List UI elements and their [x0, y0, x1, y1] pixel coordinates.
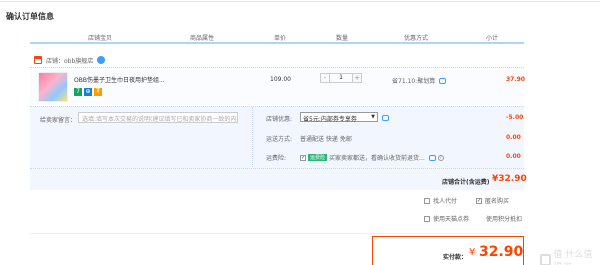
insurance-checkbox[interactable]: ✓ [300, 154, 306, 161]
tmall-points-label: 使用积分抵扣 [486, 216, 523, 223]
watermark-text: 值 什么值得买 [553, 250, 593, 265]
product-name-link[interactable]: OBB伤墨子卫生巾日夜用护垫组... [74, 75, 194, 84]
coupon-label: 店铺优惠: [266, 116, 293, 123]
tmall-coupon-label: 使用天猫点券 [433, 216, 470, 223]
shop-total-label: 店铺合计(含运费) [442, 179, 490, 186]
tmall-coupon-checkbox[interactable] [424, 215, 430, 222]
options-divider [252, 107, 253, 169]
insurance-tag: 运费险 [308, 154, 328, 161]
product-thumbnail[interactable] [38, 72, 68, 102]
col-discount: 优惠方式 [404, 35, 429, 42]
discount-info: 省71.10:聚划算 [392, 76, 447, 85]
decrease-button[interactable]: - [320, 73, 330, 83]
coupon-comment-icon[interactable] [382, 115, 389, 121]
proxy-pay-option[interactable]: 找人代付 [424, 196, 457, 205]
col-subtotal: 小计 [486, 35, 499, 42]
extras-divider [30, 233, 524, 234]
top-divider [0, 1, 600, 2]
anonymous-label: 匿名购买 [485, 198, 510, 205]
message-label: 给卖家留言： [40, 117, 77, 124]
seven-day-return-icon[interactable]: 7 [74, 88, 82, 96]
col-item: 店铺宝贝 [88, 35, 113, 42]
watermark-logo-icon [540, 254, 551, 265]
order-options-panel: 给卖家留言： 选填:填写本次交易的说明(建议填写已和卖家协商一致的内容) 店铺优… [30, 106, 524, 169]
shop-total-amount: ¥32.90 [492, 174, 527, 184]
shop-row: 店铺： obb旗舰店 [34, 55, 106, 65]
guarantee-icon[interactable]: ⊕ [84, 88, 92, 96]
help-icon[interactable]: ? [437, 154, 444, 161]
coupon-amount: -5.00 [506, 114, 524, 121]
seller-message-input[interactable]: 选填:填写本次交易的说明(建议填写已和卖家协商一致的内容) [78, 112, 238, 123]
insurance-comment-icon[interactable] [428, 154, 436, 161]
insurance-text: 买家卖家都送，看确认收货前退货... [329, 155, 425, 162]
service-badges: 7 ⊕ ₮ [74, 88, 102, 96]
tmall-points-link[interactable]: 使用积分抵扣 [486, 214, 522, 223]
insurance-label: 运费险: [266, 155, 287, 162]
coupon-select[interactable]: 省5元:内部券专享券 [300, 112, 378, 123]
increase-button[interactable]: + [352, 73, 362, 83]
shop-name-link[interactable]: obb旗舰店 [64, 56, 93, 65]
col-price: 单价 [274, 35, 287, 42]
shipping-label: 运送方式: [266, 136, 293, 143]
page-title: 确认订单信息 [6, 12, 54, 21]
proxy-pay-label: 找人代付 [433, 198, 458, 205]
quantity-stepper: - 1 + [320, 73, 362, 83]
tmall-coupon-option[interactable]: 使用天猫点券 [424, 214, 469, 223]
proxy-pay-checkbox[interactable] [424, 197, 430, 204]
anonymous-checkbox[interactable]: ✓ [476, 197, 482, 204]
pay-amount: 32.90 [479, 244, 524, 260]
shop-label: 店铺： [46, 57, 65, 65]
shop-total-bar: 店铺合计(含运费) ¥32.90 [30, 168, 527, 190]
col-qty: 数量 [336, 35, 349, 42]
shop-icon [34, 56, 42, 64]
wangwang-chat-icon[interactable] [97, 56, 106, 64]
pay-summary-box: 实付款： ¥ 32.90 [372, 236, 524, 265]
insurance-option: ✓ 运费险 买家卖家都送，看确认收货前退货... ? [300, 153, 444, 162]
col-attrs: 商品属性 [190, 35, 215, 42]
shipping-method: 普通配送 快递 免邮 [300, 136, 352, 143]
credit-icon[interactable]: ₮ [94, 88, 102, 96]
insurance-amount: 0.00 [506, 153, 521, 160]
comment-icon[interactable] [439, 77, 447, 84]
item-subtotal: 37.90 [506, 76, 525, 83]
discount-text: 省71.10:聚划算 [392, 78, 436, 85]
order-item-row: OBB伤墨子卫生巾日夜用护垫组... 7 ⊕ ₮ 109.00 - 1 + 省7… [30, 67, 525, 105]
site-watermark: 值 什么值得买 [540, 247, 600, 265]
pay-currency: ¥ [469, 247, 476, 258]
quantity-input[interactable]: 1 [330, 73, 352, 83]
shipping-amount: 0.00 [506, 134, 521, 141]
anonymous-option[interactable]: ✓ 匿名购买 [476, 196, 509, 205]
order-table-header: 店铺宝贝 商品属性 单价 数量 优惠方式 小计 [30, 28, 524, 44]
unit-price: 109.00 [270, 76, 291, 83]
pay-label: 实付款： [443, 254, 468, 261]
